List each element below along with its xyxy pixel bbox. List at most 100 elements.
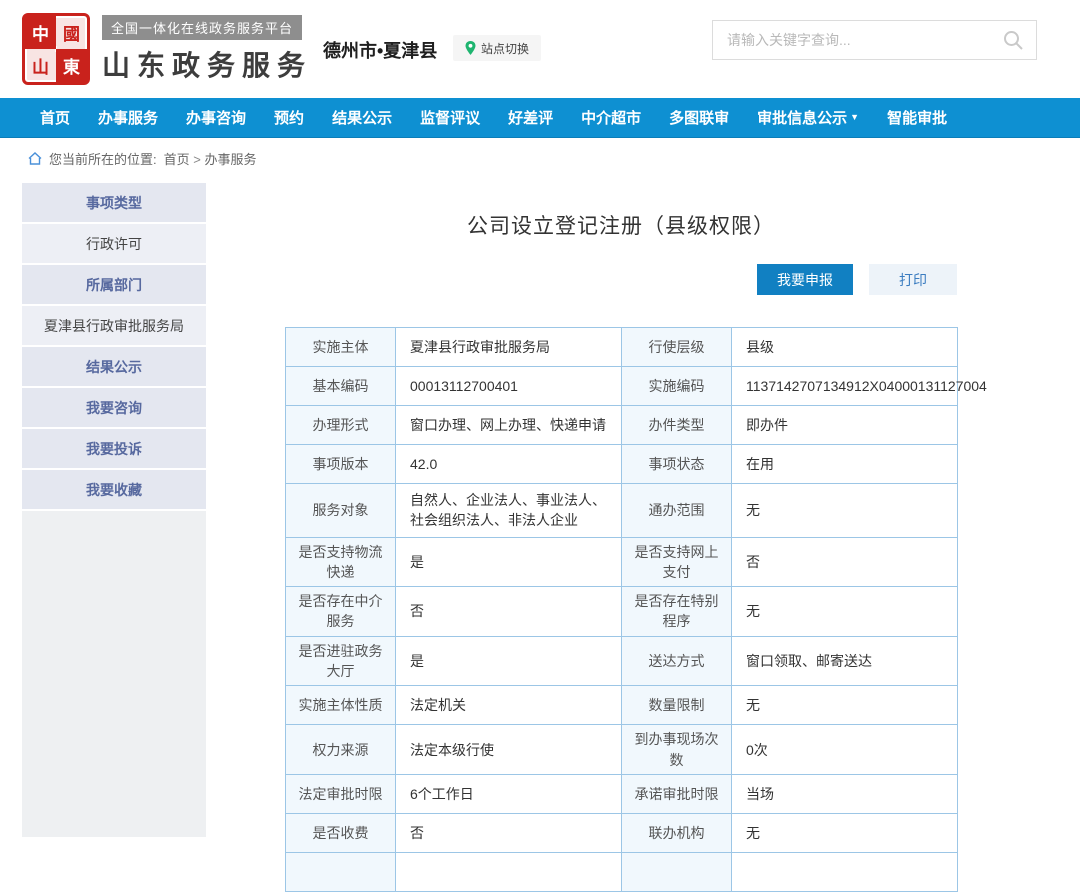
apply-button[interactable]: 我要申报 [757,264,853,295]
header: 中國山東 全国一体化在线政务服务平台 山东政务服务 德州市•夏津县 站点切换 [0,0,1080,98]
field-label: 实施主体 [285,327,396,367]
field-value [731,851,958,892]
field-value: 无 [731,586,958,637]
field-value: 在用 [731,444,958,484]
table-row: 是否收费否联办机构无 [285,812,958,853]
nav-item[interactable]: 好差评 [508,107,553,128]
field-value: 无 [731,812,958,853]
site-name: 山东政务服务 [102,50,313,81]
field-value [395,851,622,892]
nav-item[interactable]: 智能审批 [887,107,947,128]
table-row: 是否支持物流快递是是否支持网上支付否 [285,536,958,588]
nav-item[interactable]: 预约 [274,107,304,128]
table-row: 是否进驻政务大厅是送达方式 窗口领取、邮寄送达 [285,635,958,687]
table-row: 事项版本 42.0 事项状态 在用 [285,444,958,484]
field-label: 通办范围 [621,483,732,538]
service-info-table: 实施主体 夏津县行政审批服务局 行使层级 县级 基本编码 00013112700401 实施… [285,327,987,892]
field-value: 否 [731,536,958,588]
field-label: 办件类型 [621,405,732,445]
field-value: 否 [395,586,622,637]
field-value: 即办件 [731,405,958,445]
home-icon [28,151,42,165]
nav-item[interactable]: 办事咨询 [186,107,246,128]
search-box [712,20,1037,60]
nav-item[interactable]: 首页 [40,107,70,128]
field-label: 到办事现场次数 [621,724,732,775]
sidebar-item[interactable]: 夏津县行政审批服务局 [22,306,206,345]
field-value: 无 [731,685,958,726]
nav-item[interactable]: 多图联审 [669,107,729,128]
nav-item[interactable]: 中介超市 [581,107,641,128]
site-switch-label: 站点切换 [481,41,530,56]
sidebar-item[interactable]: 行政许可 [22,224,206,263]
table-row: 基本编码 00013112700401 实施编码 1137142707134912X0… [285,366,987,406]
field-label: 是否收费 [285,812,396,853]
field-value: 6个工作日 [395,773,622,814]
sidebar-filler [22,511,206,837]
field-label: 联办机构 [621,812,732,853]
field-value: 1137142707134912X04000131127004 [731,366,987,406]
field-label: 是否支持网上支付 [621,536,732,588]
breadcrumb-item[interactable]: 办事服务 [204,152,256,167]
breadcrumb-links: 首页 > 办事服务 [164,149,257,168]
site-switch-button[interactable]: 站点切换 [453,35,542,61]
table-row: 服务对象 自然人、企业法人、事业法人、社会组织法人、非法人企业 通办范围无 [285,483,958,538]
field-label: 实施编码 [621,366,732,406]
sidebar-item[interactable]: 我要投诉 [22,429,206,468]
field-value: 否 [395,812,622,853]
platform-badge: 全国一体化在线政务服务平台 [102,15,303,40]
nav-item[interactable]: 监督评议 [420,107,480,128]
field-label: 法定审批时限 [285,773,396,814]
table-row: 法定审批时限 6个工作日 承诺审批时限 当场 [285,773,958,814]
search-icon[interactable] [1002,29,1024,51]
field-value: 法定机关 [395,685,622,726]
field-label: 办理形式 [285,405,396,445]
table-row: 实施主体 夏津县行政审批服务局 行使层级 县级 [285,327,958,367]
field-value: 窗口领取、邮寄送达 [731,635,958,687]
field-label: 实施主体性质 [285,685,396,726]
search-input[interactable] [713,32,1002,48]
field-label: 行使层级 [621,327,732,367]
nav-item[interactable]: 办事服务 [98,107,158,128]
seal-character: 國 [63,25,80,44]
field-label: 是否进驻政务大厅 [285,635,396,687]
location-pin-icon [465,41,476,55]
table-row: 实施主体性质 法定机关 数量限制无 [285,685,958,726]
field-label: 是否存在中介服务 [285,586,396,637]
chevron-down-icon: ▼ [850,112,860,122]
field-label: 送达方式 [621,635,732,687]
field-label: 是否支持物流快递 [285,536,396,588]
sidebar-item[interactable]: 我要收藏 [22,470,206,509]
print-button[interactable]: 打印 [869,264,957,295]
field-label: 服务对象 [285,483,396,538]
breadcrumb-prefix: 您当前所在的位置: [49,151,157,167]
seal-character: 東 [56,49,87,82]
sidebar-item[interactable]: 所属部门 [22,265,206,304]
field-value: 自然人、企业法人、事业法人、社会组织法人、非法人企业 [395,483,622,538]
sidebar-item[interactable]: 事项类型 [22,183,206,222]
sidebar-item[interactable]: 结果公示 [22,347,206,386]
nav-item[interactable]: 审批信息公示 ▼ [757,107,859,128]
field-value: 0次 [731,724,958,775]
field-value: 县级 [731,327,958,367]
field-value: 窗口办理、网上办理、快递申请 [395,405,622,445]
sidebar-item[interactable]: 我要咨询 [22,388,206,427]
table-row: 是否存在中介服务否是否存在特别程序无 [285,586,958,637]
table-row [285,851,958,892]
table-row: 办理形式 窗口办理、网上办理、快递申请 办件类型 即办件 [285,405,958,445]
field-value: 00013112700401 [395,366,622,406]
action-buttons: 我要申报 打印 [285,264,957,295]
field-label: 基本编码 [285,366,396,406]
main-nav: 首页 办事服务 办事咨询 预约 结果公示 监督评议 好差评 中介超市 多图联审 审批信息公示 ▼ 智能… [0,98,1080,138]
field-label [621,851,732,892]
field-value: 无 [731,483,958,538]
field-value: 法定本级行使 [395,724,622,775]
nav-item[interactable]: 结果公示 [332,107,392,128]
table-row: 权力来源 法定本级行使 到办事现场次数 0次 [285,724,958,775]
seal-character: 中 [25,16,56,49]
field-label: 事项版本 [285,444,396,484]
sidebar-menu: 事项类型 行政许可 所属部门 夏津县行政审批服务局 结果公示 我要咨询 我要投诉 我要收藏 [22,183,206,511]
field-value: 是 [395,635,622,687]
breadcrumb-item[interactable]: 首页 [164,152,190,167]
breadcrumb-separator: > [189,151,205,167]
